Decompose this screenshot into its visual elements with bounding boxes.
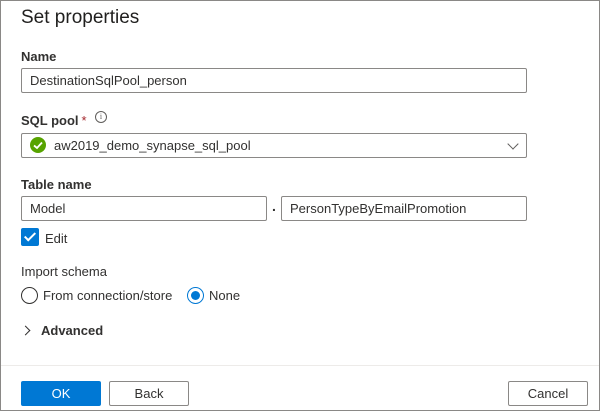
info-icon[interactable]: i [95, 111, 107, 123]
set-properties-panel: Set properties Name DestinationSqlPool_p… [0, 0, 600, 411]
name-input[interactable]: DestinationSqlPool_person [21, 68, 527, 93]
sql-pool-dropdown[interactable]: aw2019_demo_synapse_sql_pool [21, 133, 527, 158]
radio-from-connection-store[interactable] [21, 287, 38, 304]
schema-table-separator: . [272, 198, 276, 214]
cancel-button[interactable]: Cancel [508, 381, 588, 406]
edit-checkbox[interactable] [21, 228, 39, 246]
radio-from-connection-store-label[interactable]: From connection/store [43, 288, 172, 303]
sql-pool-label: SQL pool * [21, 113, 87, 128]
radio-none-label[interactable]: None [209, 288, 240, 303]
required-asterisk: * [81, 113, 87, 128]
panel-title: Set properties [21, 7, 140, 28]
radio-none[interactable] [187, 287, 204, 304]
sql-pool-value: aw2019_demo_synapse_sql_pool [54, 138, 251, 153]
import-schema-label: Import schema [21, 264, 107, 279]
table-name-label: Table name [21, 177, 92, 192]
ok-button[interactable]: OK [21, 381, 101, 406]
edit-checkbox-label[interactable]: Edit [45, 231, 67, 246]
schema-name-input[interactable]: Model [21, 196, 267, 221]
chevron-right-icon[interactable] [20, 325, 31, 336]
table-name-input[interactable]: PersonTypeByEmailPromotion [281, 196, 527, 221]
name-label: Name [21, 49, 57, 64]
sql-pool-label-text: SQL pool [21, 113, 79, 128]
back-button[interactable]: Back [109, 381, 189, 406]
advanced-toggle[interactable]: Advanced [41, 323, 103, 338]
check-circle-icon [30, 137, 46, 153]
footer-divider [1, 365, 599, 366]
